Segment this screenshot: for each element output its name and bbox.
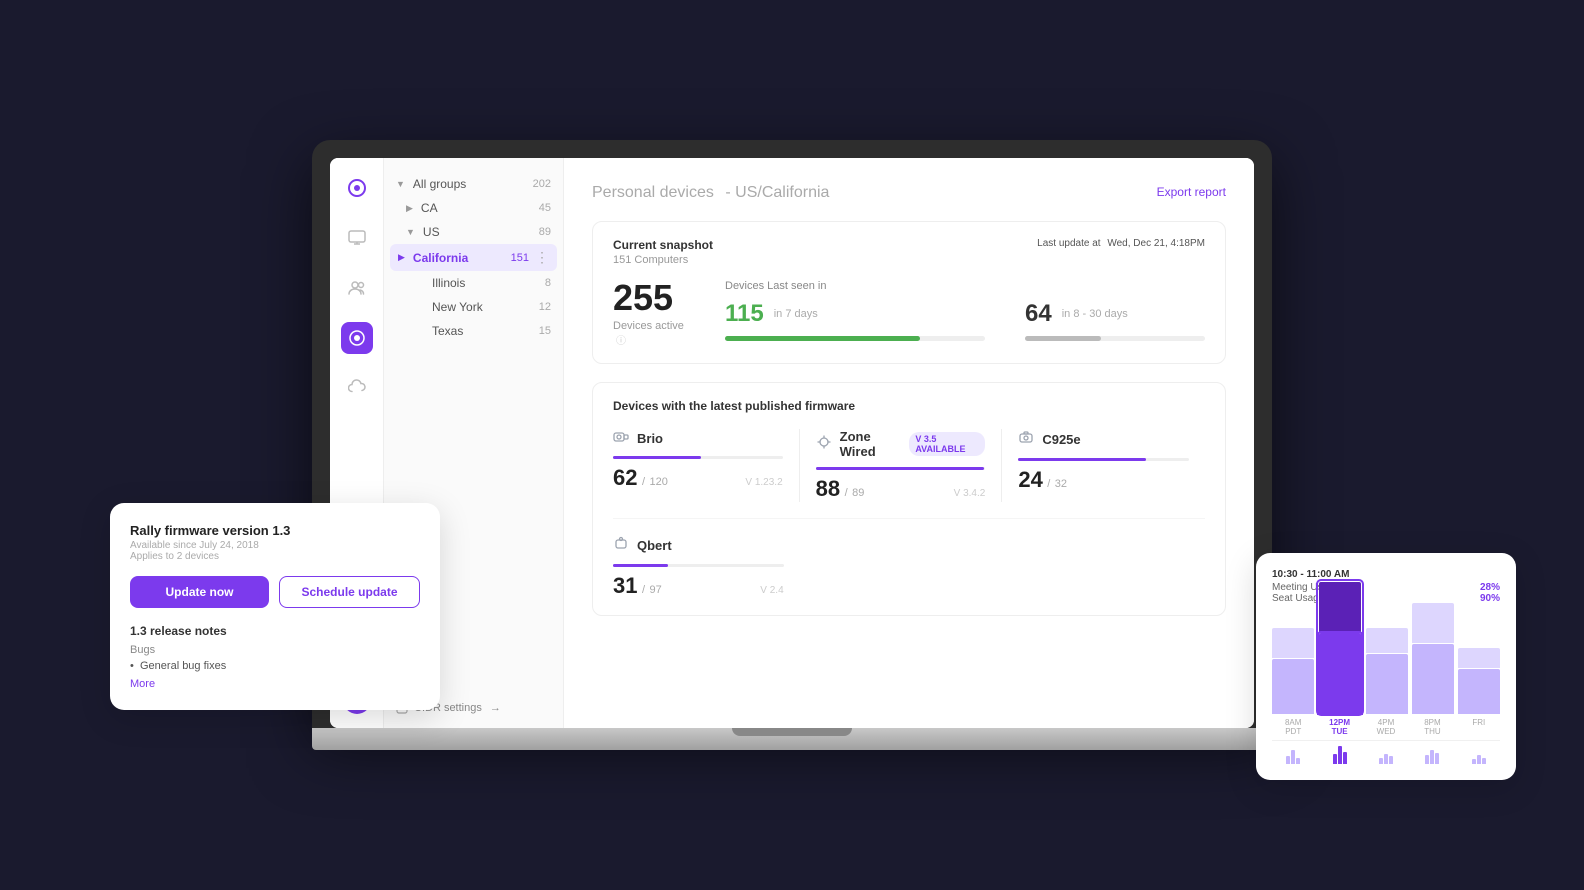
devices-active-count: 255 [613, 280, 689, 316]
chart-tooltip: 10:30 - 11:00 AM Meeting Usage 28% Seat … [1272, 569, 1500, 604]
snapshot-computers-count: 151 Computers [613, 254, 713, 266]
seen-8-30-label: in 8 - 30 days [1062, 308, 1128, 320]
chart-meeting-usage: Meeting Usage 28% [1272, 582, 1500, 593]
firmware-title: Devices with the latest published firmwa… [613, 399, 1205, 413]
more-link[interactable]: More [130, 678, 420, 690]
chart-x-labels: 8AMPDT 12PMTUE 4PMWED 8PMTHU FRI [1272, 718, 1500, 736]
release-bullet-1: General bug fixes [130, 660, 420, 672]
nav-texas[interactable]: Texas 15 [384, 319, 563, 343]
brio-name: Brio [637, 431, 663, 446]
brio-count: 62 [613, 465, 637, 490]
devices-seen-title: Devices Last seen in [725, 280, 1205, 292]
brio-total: / [642, 476, 645, 488]
zone-wired-count: 88 [816, 476, 840, 501]
overlay-firmware-buttons: Update now Schedule update [130, 576, 420, 608]
c925e-total: 32 [1055, 478, 1067, 490]
chart-overlay-card: 10:30 - 11:00 AM Meeting Usage 28% Seat … [1256, 553, 1516, 780]
chart-col-2[interactable] [1318, 581, 1362, 714]
page-header: Personal devices - US/California Export … [592, 180, 1226, 203]
chart-mini-bars [1272, 740, 1500, 764]
nav-all-groups[interactable]: ▼ All groups 202 [384, 172, 563, 196]
devices-seen-section: Devices Last seen in 115 in 7 days [725, 280, 1205, 341]
qbert-count: 31 [613, 573, 637, 598]
firmware-grid: Brio 62 / 120 V 1.2 [613, 429, 1205, 502]
firmware-grid-row2: Qbert 31 / 97 V 2.4 [613, 518, 1205, 599]
sidebar-devices-icon[interactable] [341, 322, 373, 354]
nav-ca[interactable]: ▶ CA 45 [384, 196, 563, 220]
page-title: Personal devices - US/California [592, 180, 829, 203]
firmware-zone-wired: Zone Wired V 3.5 AVAILABLE 88 / 89 [816, 429, 1003, 502]
release-notes-title: 1.3 release notes [130, 624, 420, 638]
nav-california[interactable]: ▶ California 151 ⋮ [390, 244, 557, 271]
main-content: Personal devices - US/California Export … [564, 158, 1254, 728]
c925e-progress [1018, 458, 1189, 461]
chart-col-4 [1412, 603, 1454, 714]
seen-7days-label: in 7 days [774, 308, 818, 320]
qbert-icon [613, 535, 629, 556]
qbert-name: Qbert [637, 538, 672, 553]
chart-bars [1272, 614, 1500, 714]
snapshot-update-time: Last update at Wed, Dec 21, 4:18PM [1037, 238, 1205, 249]
seen-7days-count: 115 [725, 300, 764, 328]
firmware-qbert: Qbert 31 / 97 V 2.4 [613, 535, 800, 599]
brio-version: V 1.23.2 [745, 477, 782, 488]
bugs-section-label: Bugs [130, 644, 420, 656]
overlay-firmware-title: Rally firmware version 1.3 [130, 523, 420, 538]
chart-col-3 [1366, 628, 1408, 714]
chart-col-5 [1458, 648, 1500, 714]
zone-wired-progress [816, 467, 986, 470]
c925e-count: 24 [1018, 467, 1042, 492]
qbert-progress [613, 564, 784, 567]
info-icon: ⓘ [616, 336, 626, 347]
brio-progress [613, 456, 783, 459]
brio-total-num: 120 [649, 476, 667, 488]
nav-new-york[interactable]: New York 12 [384, 295, 563, 319]
nav-illinois[interactable]: Illinois 8 [384, 271, 563, 295]
devices-active-label: Devices active ⓘ [613, 320, 689, 347]
c925e-name: C925e [1042, 432, 1080, 447]
sidebar-logo[interactable] [341, 172, 373, 204]
zone-wired-badge: V 3.5 AVAILABLE [909, 432, 985, 456]
export-button[interactable]: Export report [1157, 185, 1226, 199]
zone-wired-version: V 3.4.2 [954, 488, 986, 499]
firmware-brio: Brio 62 / 120 V 1.2 [613, 429, 800, 502]
qbert-total: 97 [649, 584, 661, 596]
snapshot-label: Current snapshot [613, 238, 713, 252]
seen-8-30-count: 64 [1025, 300, 1052, 328]
zone-wired-name: Zone Wired [840, 429, 902, 459]
qbert-version: V 2.4 [760, 585, 783, 596]
overlay-firmware-meta: Available since July 24, 2018 Applies to… [130, 540, 420, 562]
seen-7days-bar [725, 336, 985, 341]
snapshot-section: Current snapshot 151 Computers Last upda… [592, 221, 1226, 364]
zone-wired-icon [816, 434, 832, 455]
chart-seat-usage: Seat Usage 90% [1272, 593, 1500, 604]
firmware-c925e: C925e 24 / 32 [1018, 429, 1205, 502]
chart-col-1 [1272, 628, 1314, 714]
firmware-section: Devices with the latest published firmwa… [592, 382, 1226, 616]
brio-device-icon [613, 429, 629, 448]
sidebar-monitor-icon[interactable] [341, 222, 373, 254]
nav-us[interactable]: ▼ US 89 [384, 220, 563, 244]
sidebar-users-icon[interactable] [341, 272, 373, 304]
sidebar-cloud-icon[interactable] [341, 372, 373, 404]
schedule-update-button[interactable]: Schedule update [279, 576, 420, 608]
update-now-button[interactable]: Update now [130, 576, 269, 608]
seen-8-30-bar [1025, 336, 1205, 341]
firmware-overlay-card: Rally firmware version 1.3 Available sin… [110, 503, 440, 710]
zone-wired-total: 89 [852, 487, 864, 499]
c925e-icon [1018, 429, 1034, 450]
